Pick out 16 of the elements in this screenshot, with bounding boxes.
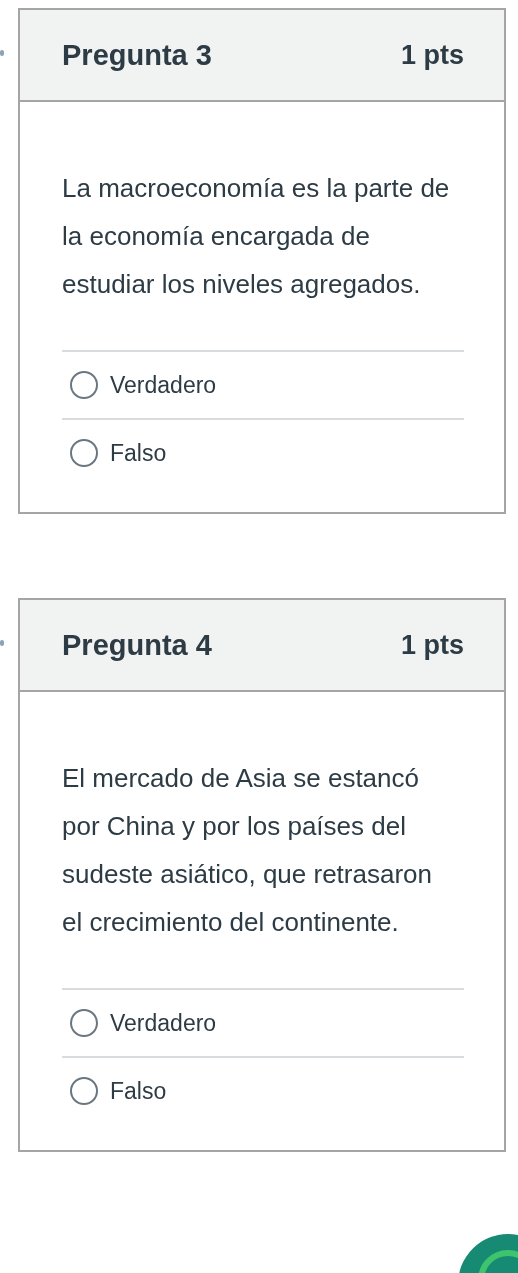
option-label[interactable]: Verdadero bbox=[110, 371, 217, 399]
question-title: Pregunta 4 bbox=[62, 628, 212, 662]
radio-button[interactable] bbox=[70, 1009, 98, 1037]
question-points: 1 pts bbox=[400, 39, 464, 71]
question-points: 1 pts bbox=[400, 629, 464, 661]
option-label[interactable]: Verdadero bbox=[110, 1009, 217, 1037]
radio-button[interactable] bbox=[70, 1077, 98, 1105]
radio-button[interactable] bbox=[70, 371, 98, 399]
question-text: La macroeconomía es la parte de la economía encargada de estudiar los niveles agregados. bbox=[62, 172, 451, 301]
radio-button[interactable] bbox=[70, 439, 98, 467]
marker-icon bbox=[0, 640, 4, 646]
question-title: Pregunta 3 bbox=[62, 38, 212, 72]
option-label[interactable]: Falso bbox=[110, 439, 167, 467]
option-label[interactable]: Falso bbox=[110, 1077, 167, 1105]
marker-icon bbox=[0, 50, 4, 56]
question-text: El mercado de Asia se estancó por China y por los países del sudeste asiático, que retrasaron el crecimiento del continente. bbox=[62, 762, 433, 939]
